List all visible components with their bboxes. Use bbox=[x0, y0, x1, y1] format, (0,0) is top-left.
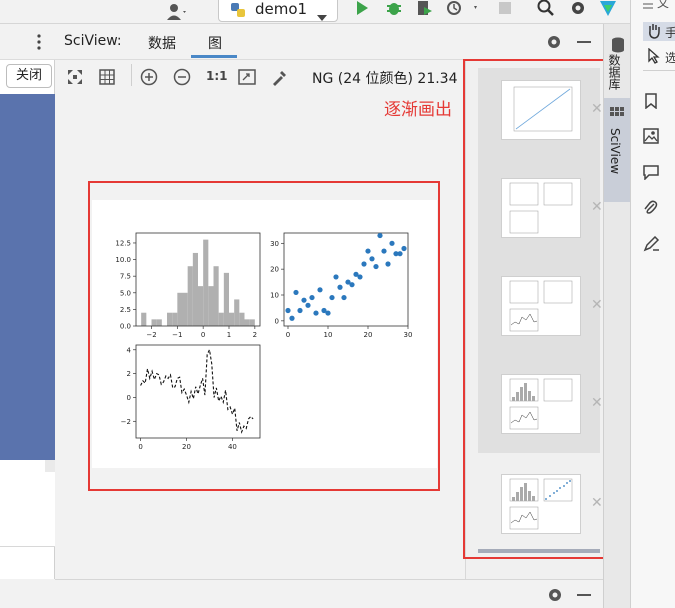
fit-window-icon[interactable] bbox=[238, 68, 256, 90]
fit-icon[interactable] bbox=[67, 69, 83, 89]
settings-gear-icon[interactable] bbox=[546, 586, 564, 608]
run-config-selector[interactable]: demo1 bbox=[218, 0, 338, 22]
search-icon[interactable] bbox=[537, 0, 555, 21]
attachment-icon[interactable] bbox=[643, 200, 659, 220]
tab-plots[interactable]: 图 bbox=[208, 33, 222, 53]
bookmark-icon[interactable] bbox=[644, 93, 658, 113]
sciview-grid-icon bbox=[610, 106, 624, 125]
sign-pen-icon[interactable] bbox=[643, 235, 661, 256]
editor-lower-area bbox=[0, 460, 55, 547]
annotation-text: 逐渐画出 bbox=[384, 100, 452, 120]
minimize-icon[interactable] bbox=[577, 594, 591, 596]
editor-selection-block bbox=[0, 94, 55, 460]
tab-database[interactable]: 数据库 bbox=[606, 54, 623, 90]
chevron-down-icon bbox=[317, 6, 327, 25]
actual-size-button[interactable]: 1:1 bbox=[206, 69, 228, 83]
editor-header bbox=[0, 24, 55, 60]
stop-icon[interactable] bbox=[497, 0, 513, 20]
highlight-box-thumbnails bbox=[463, 59, 618, 559]
toolbar-divider bbox=[131, 64, 132, 86]
grid-icon[interactable] bbox=[99, 69, 115, 89]
select-label: 选 bbox=[665, 51, 675, 65]
image-icon[interactable] bbox=[643, 128, 659, 148]
hand-icon[interactable] bbox=[647, 23, 661, 43]
bottom-status-bar bbox=[55, 579, 603, 608]
color-picker-icon[interactable] bbox=[271, 68, 289, 90]
select-pointer-icon[interactable] bbox=[647, 47, 661, 68]
highlight-box-figure bbox=[88, 181, 440, 491]
close-button[interactable]: 关闭 bbox=[6, 64, 52, 88]
far-right-panel: 文 手 选 bbox=[630, 0, 675, 608]
panel-divider bbox=[643, 70, 675, 71]
main-toolbar: demo1 bbox=[0, 0, 630, 24]
sciview-title: SciView: bbox=[64, 33, 122, 49]
user-icon[interactable] bbox=[166, 2, 188, 22]
zoom-in-icon[interactable] bbox=[140, 68, 158, 90]
right-tool-strip: 数据库 SciView bbox=[603, 24, 631, 608]
profile-icon[interactable] bbox=[446, 0, 478, 20]
settings-gear-icon[interactable] bbox=[545, 33, 563, 55]
settings-gear-icon[interactable] bbox=[569, 0, 587, 21]
image-info-text: NG (24 位颜色) 21.34 kB bbox=[312, 71, 480, 87]
run-config-label: demo1 bbox=[255, 0, 308, 18]
more-options-icon[interactable] bbox=[37, 34, 41, 54]
sciview-header: SciView: 数据 图 bbox=[55, 24, 603, 60]
debug-icon[interactable] bbox=[385, 0, 403, 20]
tab-sciview-label: SciView bbox=[608, 128, 622, 175]
coverage-icon[interactable] bbox=[416, 0, 434, 20]
tab-plots-underline bbox=[191, 55, 237, 58]
zoom-out-icon[interactable] bbox=[173, 68, 191, 90]
python-icon bbox=[229, 1, 247, 23]
tab-data[interactable]: 数据 bbox=[148, 33, 176, 53]
tab-sciview-active[interactable]: SciView bbox=[604, 98, 631, 202]
run-icon[interactable] bbox=[354, 0, 370, 20]
hand-label: 手 bbox=[665, 26, 675, 40]
scrollbar-thumb[interactable] bbox=[45, 460, 55, 472]
toolbox-logo-icon[interactable] bbox=[598, 0, 618, 21]
ide-window: demo1 关闭 SciView: 数据 图 1:1 NG (24 位颜色) 2… bbox=[0, 0, 675, 608]
top-text: 文 bbox=[657, 0, 670, 10]
comment-icon[interactable] bbox=[643, 164, 659, 184]
minimize-icon[interactable] bbox=[577, 41, 591, 43]
